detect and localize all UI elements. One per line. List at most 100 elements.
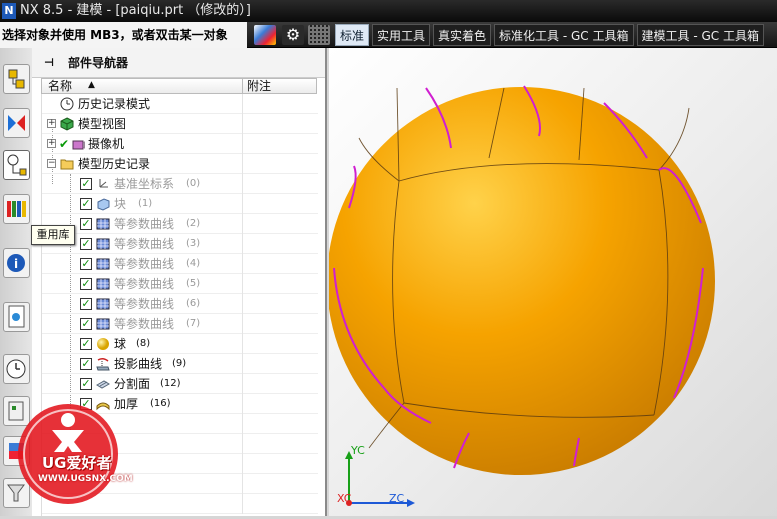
column-separator bbox=[242, 94, 243, 114]
reuse-library-button[interactable] bbox=[3, 194, 30, 224]
constraint-navigator-button[interactable] bbox=[3, 108, 30, 138]
block-icon bbox=[97, 198, 110, 211]
feature-number: (5) bbox=[186, 278, 201, 289]
tree-row-model-views[interactable]: + 模型视图 bbox=[42, 114, 318, 134]
expand-icon[interactable]: + bbox=[47, 119, 56, 128]
column-separator bbox=[242, 394, 243, 414]
tree-row-isoparametric-curve[interactable]: ✓ 等参数曲线 (2) bbox=[42, 214, 318, 234]
tree-row-label: 历史记录模式 bbox=[78, 97, 151, 111]
column-separator bbox=[242, 354, 243, 374]
tree-row-label: 模型视图 bbox=[78, 117, 127, 131]
column-separator bbox=[242, 474, 243, 494]
visibility-checkbox[interactable]: ✓ bbox=[80, 178, 92, 190]
svg-text:i: i bbox=[14, 257, 18, 271]
tree-row-isoparametric-curve[interactable]: ✓ 等参数曲线 (4) bbox=[42, 254, 318, 274]
expand-icon[interactable]: + bbox=[47, 139, 56, 148]
column-separator bbox=[242, 494, 243, 514]
tree-row-isoparametric-curve[interactable]: ✓ 等参数曲线 (5) bbox=[42, 274, 318, 294]
history-button[interactable] bbox=[3, 354, 30, 384]
tree-row-label: 模型历史记录 bbox=[78, 157, 151, 171]
reuse-library-tooltip: 重用库 bbox=[31, 225, 75, 245]
visibility-checkbox[interactable]: ✓ bbox=[80, 258, 92, 270]
tree-row-projected-curve[interactable]: ✓ 投影曲线 (9) bbox=[42, 354, 318, 374]
visibility-checkbox[interactable]: ✓ bbox=[80, 358, 92, 370]
tree-row-label: 基准坐标系 bbox=[114, 177, 175, 191]
feature-number: (2) bbox=[186, 218, 201, 229]
isoparametric-curve-icon bbox=[96, 298, 110, 310]
tree-row-block[interactable]: ✓ 块 (1) bbox=[42, 194, 318, 214]
axis-label-z: ZC bbox=[389, 492, 405, 505]
visibility-checkbox[interactable]: ✓ bbox=[80, 238, 92, 250]
tree-row-label: 摄像机 bbox=[88, 137, 125, 151]
gear-icon[interactable]: ⚙ bbox=[282, 25, 304, 45]
column-separator bbox=[242, 114, 243, 134]
column-separator bbox=[242, 334, 243, 354]
history-palette-button[interactable] bbox=[3, 302, 30, 332]
visibility-checkbox[interactable]: ✓ bbox=[80, 218, 92, 230]
tree-row-sphere[interactable]: ✓ 球 (8) bbox=[42, 334, 318, 354]
visibility-checkbox[interactable]: ✓ bbox=[80, 338, 92, 350]
axis-label-x: XC bbox=[337, 492, 352, 505]
tree-row-label: 等参数曲线 bbox=[114, 217, 175, 231]
tree-row-model-history[interactable]: − 模型历史记录 bbox=[42, 154, 318, 174]
isoparametric-curve-icon bbox=[96, 318, 110, 330]
cue-line-bar: 选择对象并使用 MB3，或者双击某一对象 ⚙ 标准 实用工具 真实着色 标准化工… bbox=[0, 22, 777, 48]
column-separator bbox=[242, 454, 243, 474]
tree-row-history-mode[interactable]: 历史记录模式 bbox=[42, 94, 318, 114]
sphere-body[interactable] bbox=[327, 87, 715, 475]
assembly-navigator-button[interactable] bbox=[3, 64, 30, 94]
divide-face-icon bbox=[96, 380, 110, 389]
column-note-header[interactable]: 附注 bbox=[247, 79, 271, 94]
visibility-checkbox[interactable]: ✓ bbox=[80, 198, 92, 210]
feature-number: (8) bbox=[136, 338, 151, 349]
visibility-checkbox[interactable]: ✓ bbox=[80, 378, 92, 390]
tab-utility[interactable]: 实用工具 bbox=[372, 24, 431, 46]
tree-row-cameras[interactable]: + ✔ 摄像机 bbox=[42, 134, 318, 154]
column-separator bbox=[242, 174, 243, 194]
column-separator bbox=[242, 274, 243, 294]
visibility-checkbox[interactable]: ✓ bbox=[80, 298, 92, 310]
feature-number: (12) bbox=[160, 378, 181, 389]
visibility-checkbox[interactable]: ✓ bbox=[80, 278, 92, 290]
books-icon bbox=[7, 201, 26, 217]
column-separator bbox=[242, 214, 243, 234]
tree-row-label: 投影曲线 bbox=[114, 357, 163, 371]
grid-icon[interactable] bbox=[308, 25, 330, 45]
tree-row-datum-csys[interactable]: ✓ 基准坐标系 (0) bbox=[42, 174, 318, 194]
collapse-icon[interactable]: − bbox=[47, 159, 56, 168]
tab-modeling-gc[interactable]: 建模工具 - GC 工具箱 bbox=[636, 24, 764, 46]
column-separator bbox=[242, 134, 243, 154]
tree-row-label: 球 bbox=[114, 337, 127, 351]
tab-true-shading[interactable]: 真实着色 bbox=[433, 24, 492, 46]
watermark-brand: UG爱好者 bbox=[42, 454, 112, 472]
column-separator bbox=[242, 154, 243, 174]
document-icon bbox=[8, 305, 25, 328]
tab-standard[interactable]: 标准 bbox=[335, 24, 370, 46]
feature-number: (4) bbox=[186, 258, 201, 269]
command-finder-icon[interactable] bbox=[254, 25, 276, 45]
tree-row-label: 块 bbox=[114, 197, 127, 211]
info-icon: i bbox=[7, 254, 25, 272]
pin-icon[interactable]: ⊣ bbox=[44, 48, 54, 78]
visibility-checkbox[interactable]: ✓ bbox=[80, 318, 92, 330]
feature-number: (3) bbox=[186, 238, 201, 249]
tree-row-isoparametric-curve[interactable]: ✓ 等参数曲线 (7) bbox=[42, 314, 318, 334]
tree-row-label: 等参数曲线 bbox=[114, 257, 175, 271]
camera-icon bbox=[72, 140, 85, 150]
feature-number: (6) bbox=[186, 298, 201, 309]
model-view-icon bbox=[60, 117, 74, 131]
window-title: NX 8.5 - 建模 - [paiqiu.prt （修改的）] bbox=[20, 3, 251, 18]
axis-label-y: YC bbox=[351, 444, 365, 457]
tab-standardization-gc[interactable]: 标准化工具 - GC 工具箱 bbox=[494, 24, 634, 46]
column-separator bbox=[242, 434, 243, 454]
tree-row-isoparametric-curve[interactable]: ✓ 等参数曲线 (3) bbox=[42, 234, 318, 254]
column-name-header[interactable]: 名称 bbox=[48, 79, 72, 94]
tree-row-isoparametric-curve[interactable]: ✓ 等参数曲线 (6) bbox=[42, 294, 318, 314]
web-browser-button[interactable]: i bbox=[3, 248, 30, 278]
feature-number: (1) bbox=[138, 198, 153, 209]
column-separator bbox=[242, 414, 243, 434]
part-navigator-button[interactable] bbox=[3, 150, 30, 180]
graphics-viewport[interactable]: YC XC ZC bbox=[327, 48, 777, 516]
feature-number: (0) bbox=[186, 178, 201, 189]
column-divider[interactable] bbox=[242, 79, 243, 94]
